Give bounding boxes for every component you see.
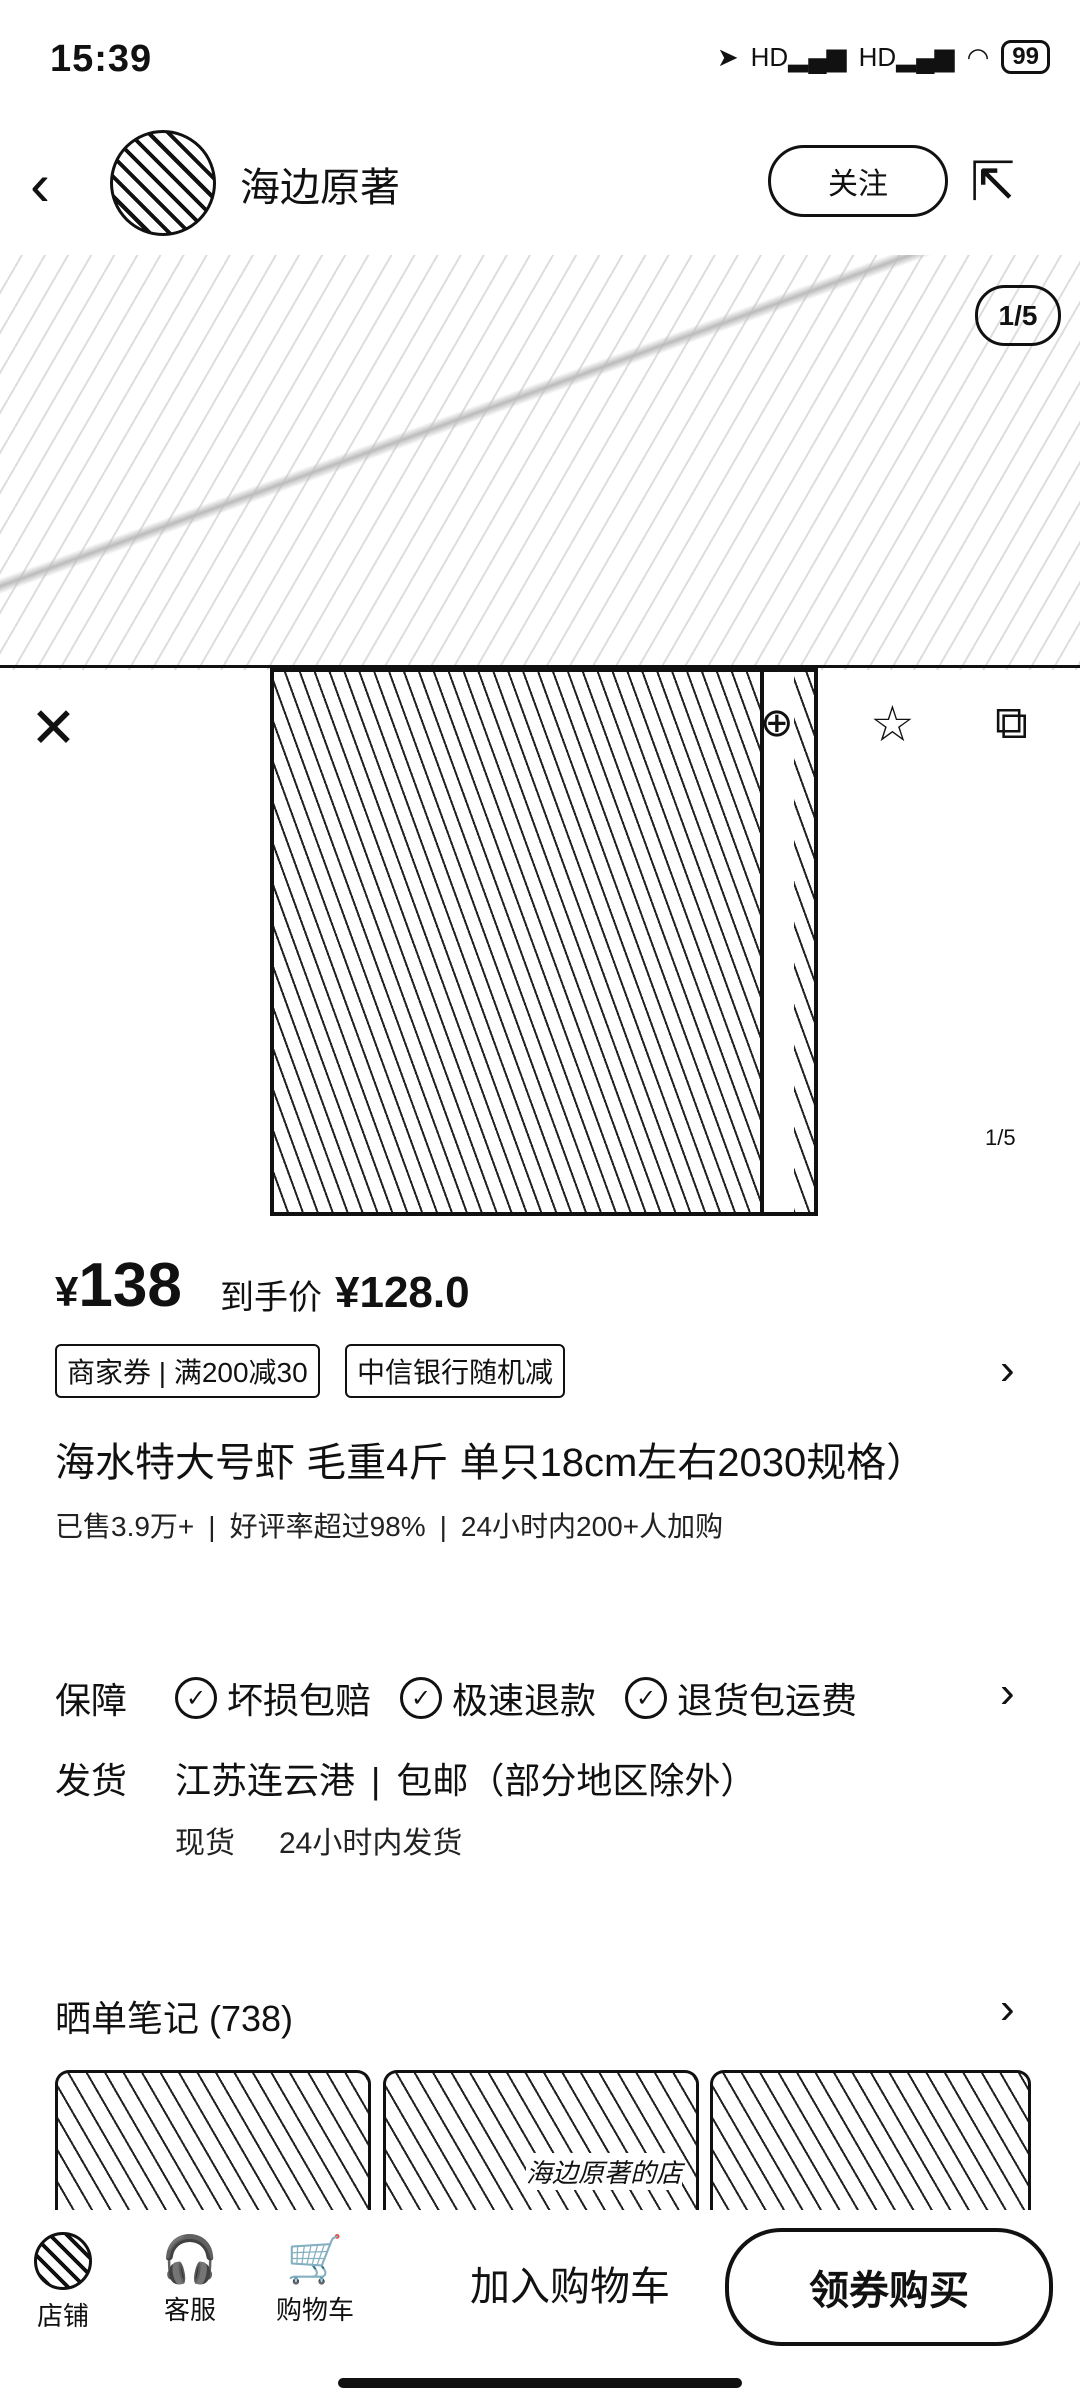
status-time: 15:39 (50, 38, 153, 80)
note-thumbnail[interactable]: 海边原著的店 (383, 2070, 699, 2213)
shop-name[interactable]: 海边原著 (240, 155, 400, 213)
preview-pager: 1/5 (985, 1125, 1016, 1150)
guarantee-item: ✓ 极速退款 (400, 1672, 596, 1724)
price: ¥138 (55, 1251, 182, 1320)
deal-price: ¥128.0 (335, 1268, 470, 1317)
edit-share-icon[interactable]: ⧉ (995, 695, 1028, 751)
notes-title[interactable]: 晒单笔记 (738) (55, 1990, 293, 2042)
shipping-time: 现货 24小时内发货 (175, 1827, 463, 1860)
shop-avatar[interactable] (110, 130, 216, 236)
add-to-cart-button[interactable]: 加入购物车 (420, 2228, 720, 2338)
product-image-preview[interactable] (270, 668, 818, 1216)
guarantee-item: ✓ 坏损包赔 (175, 1672, 371, 1724)
cart-button[interactable]: 🛒 购物车 (270, 2232, 360, 2327)
buy-with-coupon-button[interactable]: 领券购买 (725, 2228, 1053, 2346)
sales-info: 已售3.9万+ | 好评率超过98% | 24小时内200+人加购 (55, 1511, 724, 1542)
home-indicator[interactable] (338, 2378, 742, 2388)
guarantee-label: 保障 (55, 1680, 128, 1721)
zoom-icon[interactable]: ⊕ (760, 700, 794, 746)
check-icon: ✓ (625, 1677, 667, 1719)
deal-price-label: 到手价 (220, 1279, 322, 1317)
battery-icon: 99 (1001, 40, 1050, 74)
check-icon: ✓ (400, 1677, 442, 1719)
shipping-info: 江苏连云港 | 包邮（部分地区除外） (175, 1760, 757, 1801)
product-title: 海水特大号虾 毛重4斤 单只18cm左右2030规格） (55, 1441, 927, 1485)
wifi-icon: ◠ (966, 41, 990, 72)
status-icons: ➤ HD▂▄▆ HD▂▄▆ ◠ 99 (717, 40, 1050, 74)
share-icon[interactable]: ⇱ (970, 150, 1030, 212)
coupon-bank[interactable]: 中信银行随机减 (345, 1344, 566, 1398)
close-icon[interactable]: ✕ (30, 695, 77, 761)
back-icon[interactable]: ‹ (30, 150, 50, 219)
store-icon (34, 2232, 92, 2290)
note-thumbnail[interactable] (55, 2070, 371, 2213)
notes-chevron-icon[interactable]: › (1000, 1984, 1015, 2034)
favorite-star-icon[interactable]: ☆ (870, 695, 915, 753)
guarantee-item: ✓ 退货包运费 (625, 1672, 857, 1724)
coupon-chevron-icon[interactable]: › (1000, 1345, 1015, 1395)
check-icon: ✓ (175, 1677, 217, 1719)
coupon-merchant[interactable]: 商家券 | 满200减30 (55, 1344, 320, 1398)
headset-icon: 🎧 (161, 2233, 219, 2285)
guarantee-chevron-icon[interactable]: › (1000, 1668, 1015, 1718)
cart-icon: 🛒 (286, 2233, 344, 2285)
note-thumbnail[interactable] (710, 2070, 1031, 2213)
service-button[interactable]: 🎧 客服 (145, 2232, 235, 2327)
store-button[interactable]: 店铺 (18, 2232, 108, 2333)
signal-icon: HD▂▄▆ (750, 41, 847, 72)
location-icon: ➤ (716, 41, 739, 72)
product-image[interactable] (0, 255, 1080, 670)
follow-button[interactable]: 关注 (768, 145, 948, 217)
shipping-label: 发货 (55, 1760, 128, 1801)
signal-icon-2: HD▂▄▆ (858, 41, 955, 72)
image-pager: 1/5 (975, 285, 1061, 346)
